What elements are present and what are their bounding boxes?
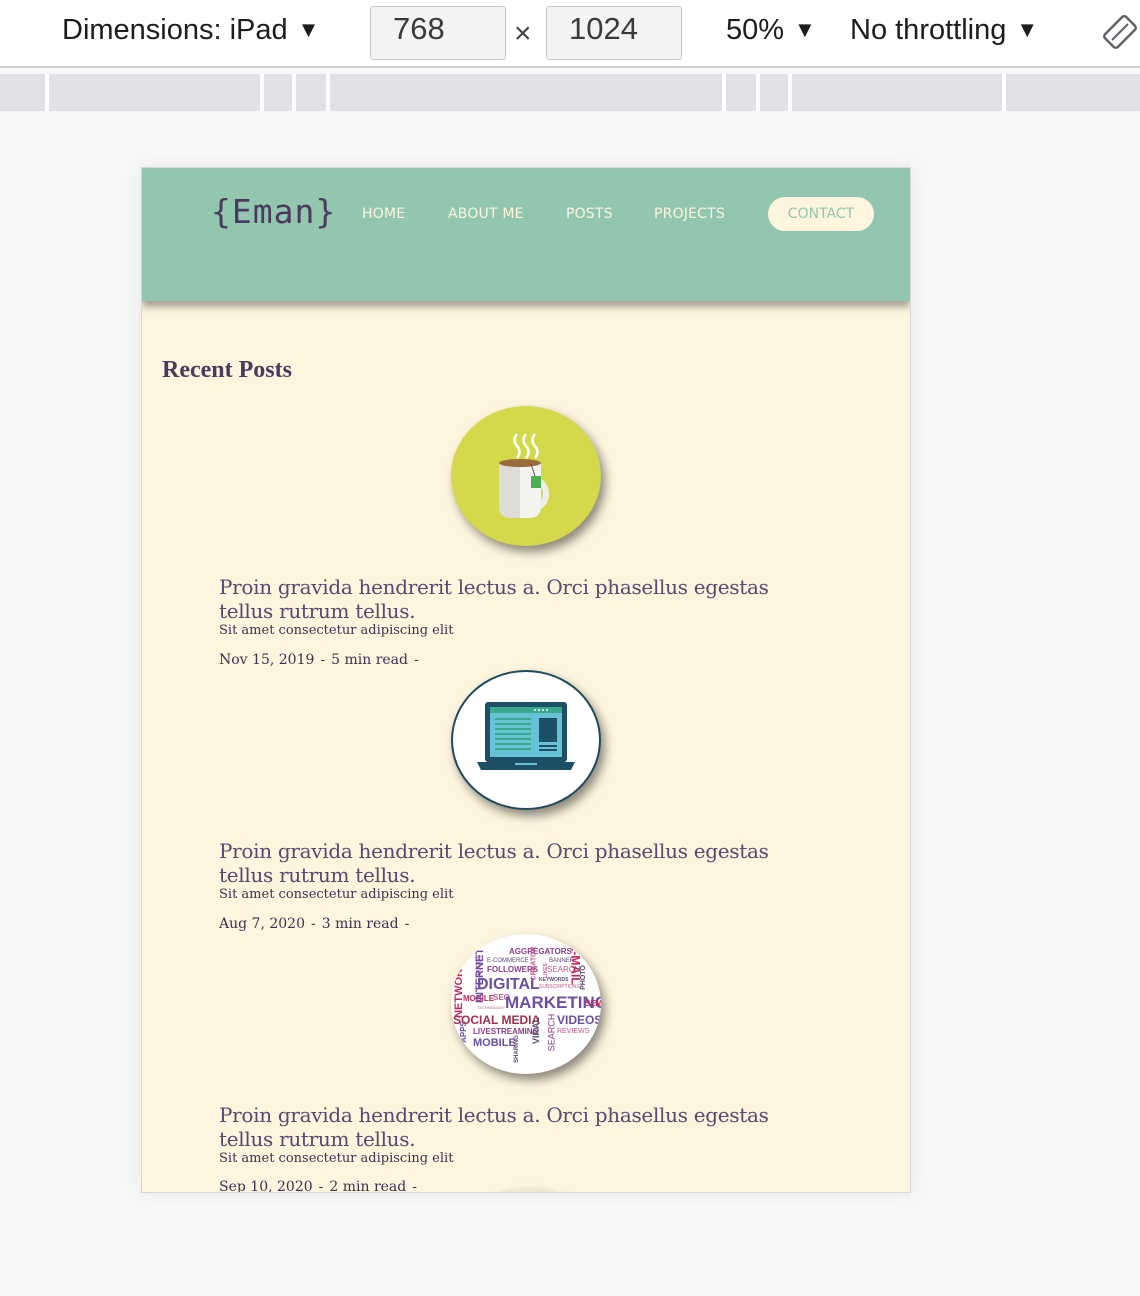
post-meta: Sep 10, 2020-2 min read - bbox=[219, 1179, 423, 1193]
meta-separator: - bbox=[414, 652, 419, 668]
post-title[interactable]: Proin gravida hendrerit lectus a. Orci p… bbox=[219, 575, 819, 623]
media-query-divider bbox=[292, 74, 296, 111]
post-date: Aug 7, 2020 bbox=[219, 916, 305, 932]
post-title[interactable]: Proin gravida hendrerit lectus a. Orci p… bbox=[219, 1103, 819, 1151]
post-meta: Nov 15, 2019-5 min read - bbox=[219, 652, 425, 668]
height-input[interactable]: 1024 bbox=[546, 6, 682, 60]
cloud-word: LIKES bbox=[542, 963, 549, 978]
nav-home[interactable]: HOME bbox=[362, 206, 405, 222]
meta-separator: - bbox=[318, 1179, 324, 1193]
post-thumbnail[interactable] bbox=[451, 1188, 601, 1192]
site-header: {Eman} HOME ABOUT ME POSTS PROJECTS CONT… bbox=[142, 168, 910, 301]
cloud-word: BLOGS bbox=[476, 954, 483, 976]
post-meta: Aug 7, 2020-3 min read - bbox=[219, 916, 415, 932]
meta-separator: - bbox=[310, 916, 316, 932]
post-date: Sep 10, 2020 bbox=[219, 1179, 313, 1193]
meta-separator: - bbox=[320, 652, 326, 668]
throttling-label: No throttling bbox=[850, 14, 1007, 46]
cloud-word: E-COMMERCE bbox=[487, 958, 529, 964]
media-query-divider bbox=[260, 74, 264, 111]
zoom-dropdown[interactable]: 50% ▼ bbox=[726, 14, 816, 47]
word-cloud-image[interactable]: AGGREGATORS E-COMMERCE BANNER FOLLOWERS … bbox=[451, 934, 601, 1074]
cloud-word: SHARING bbox=[513, 1035, 520, 1063]
cloud-word: REVIEWS bbox=[557, 1028, 590, 1035]
laptop-icon bbox=[477, 702, 575, 770]
post-subtitle: Sit amet consectetur adipiscing elit bbox=[219, 887, 454, 902]
nav-posts[interactable]: POSTS bbox=[566, 206, 613, 222]
width-input[interactable]: 768 bbox=[370, 6, 506, 60]
nav-projects[interactable]: PROJECTS bbox=[654, 206, 725, 222]
post-date: Nov 15, 2019 bbox=[219, 652, 315, 668]
media-query-divider bbox=[722, 74, 726, 111]
cloud-word: CREATOR bbox=[530, 946, 538, 981]
cloud-word: TECHNOLOGY bbox=[477, 1005, 506, 1010]
dropdown-caret-icon: ▼ bbox=[297, 17, 320, 42]
device-viewport: {Eman} HOME ABOUT ME POSTS PROJECTS CONT… bbox=[141, 167, 911, 1193]
media-query-divider bbox=[1002, 74, 1006, 111]
cloud-word: LIVESTREAMING bbox=[473, 1027, 539, 1036]
cloud-word: APPS bbox=[458, 1021, 468, 1043]
cloud-word: AGGREGATORS bbox=[509, 947, 572, 956]
post-subtitle: Sit amet consectetur adipiscing elit bbox=[219, 623, 454, 638]
device-toolbar: Dimensions: iPad ▼ 768 × 1024 50% ▼ No thr… bbox=[0, 0, 1140, 68]
cloud-word: VIRAL bbox=[531, 1017, 541, 1044]
times-label: × bbox=[514, 17, 532, 50]
cloud-word: KEYWORDS bbox=[539, 977, 569, 983]
cloud-word: SEARCH bbox=[546, 1013, 557, 1052]
tea-cup-icon bbox=[499, 433, 549, 518]
contact-button[interactable]: CONTACT bbox=[768, 197, 874, 231]
post-read-time: 2 min read bbox=[329, 1179, 407, 1193]
dimensions-label: Dimensions: iPad bbox=[62, 14, 288, 46]
throttling-dropdown[interactable]: No throttling ▼ bbox=[850, 14, 1038, 47]
post-read-time: 5 min read bbox=[331, 652, 408, 668]
post-thumbnail[interactable] bbox=[451, 670, 601, 810]
post-thumbnail[interactable] bbox=[451, 406, 601, 546]
cloud-word: SUBSCRIPTIONS bbox=[539, 984, 580, 990]
media-query-bar[interactable] bbox=[0, 74, 1140, 111]
media-query-divider bbox=[326, 74, 330, 111]
rotate-icon[interactable] bbox=[1102, 14, 1138, 50]
nav-about-me[interactable]: ABOUT ME bbox=[448, 206, 524, 222]
cloud-word: NETWORK bbox=[452, 961, 465, 1018]
zoom-label: 50% bbox=[726, 14, 785, 46]
cloud-word: VIDEOS bbox=[557, 1013, 601, 1027]
meta-separator: - bbox=[404, 916, 410, 932]
dropdown-caret-icon: ▼ bbox=[1016, 17, 1039, 42]
post-subtitle: Sit amet consectetur adipiscing elit bbox=[219, 1151, 454, 1166]
cloud-word: PHOTO bbox=[579, 965, 587, 990]
recent-posts-heading: Recent Posts bbox=[162, 357, 292, 383]
dimensions-dropdown[interactable]: Dimensions: iPad ▼ bbox=[62, 14, 319, 47]
post-read-time: 3 min read bbox=[321, 916, 399, 932]
meta-separator: - bbox=[412, 1179, 417, 1193]
media-query-divider bbox=[788, 74, 792, 111]
post-title[interactable]: Proin gravida hendrerit lectus a. Orci p… bbox=[219, 839, 819, 887]
cloud-word: SEM bbox=[585, 999, 601, 1008]
dropdown-caret-icon: ▼ bbox=[794, 17, 816, 42]
cloud-word: MOBILE bbox=[473, 1037, 516, 1049]
media-query-divider bbox=[45, 74, 49, 111]
site-logo[interactable]: {Eman} bbox=[211, 192, 336, 231]
media-query-divider bbox=[756, 74, 760, 111]
